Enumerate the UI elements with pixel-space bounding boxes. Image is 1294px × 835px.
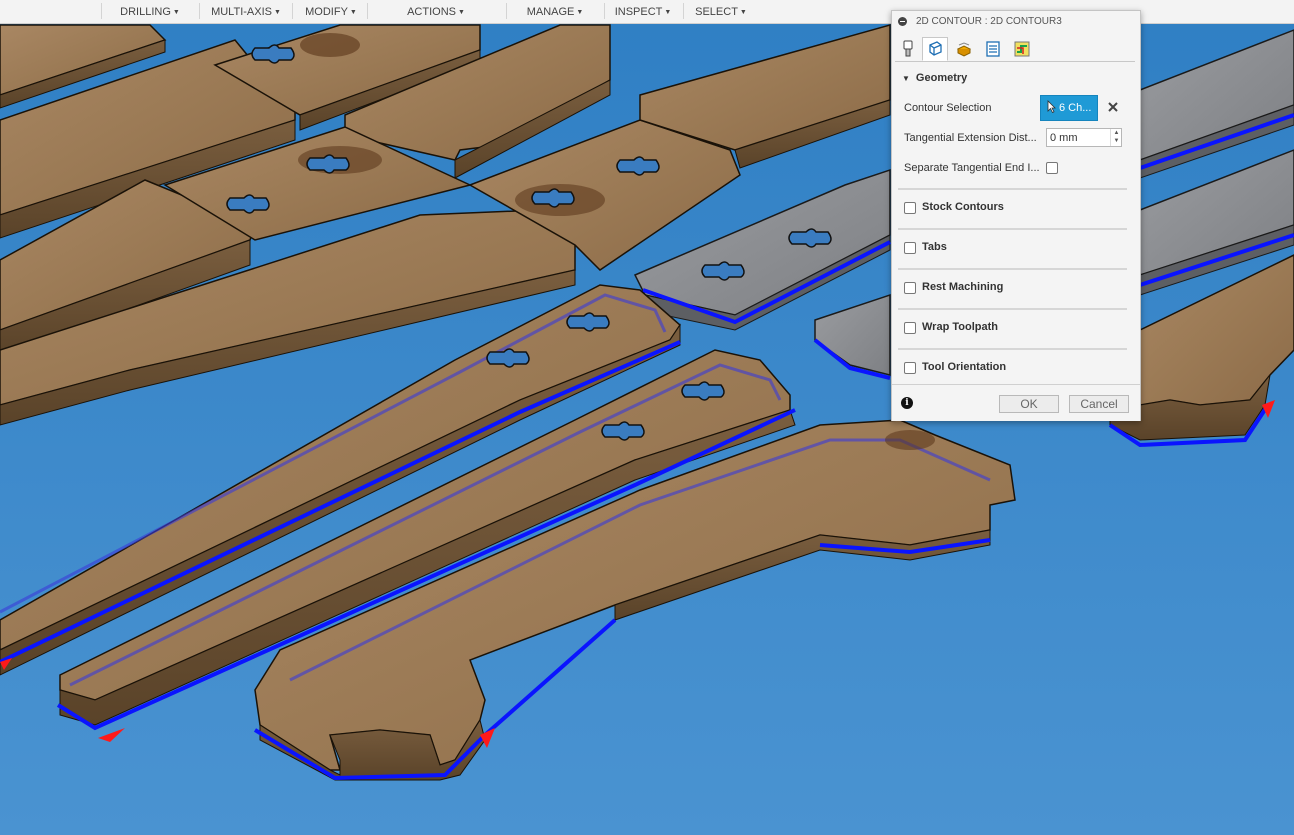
tangential-extension-label: Tangential Extension Dist... <box>904 132 1037 144</box>
tabs-label: Tabs <box>922 241 947 253</box>
dialog-footer: i OK Cancel <box>892 384 1140 421</box>
ok-button[interactable]: OK <box>999 395 1059 413</box>
stock-contours-label: Stock Contours <box>922 201 1004 213</box>
tabs-checkbox[interactable] <box>904 242 916 254</box>
toolbar-separator <box>101 3 102 19</box>
menu-inspect[interactable]: INSPECT ▼ <box>607 0 679 23</box>
cursor-arrow-icon <box>1047 100 1056 114</box>
rest-machining-label: Rest Machining <box>922 281 1004 293</box>
menu-actions-label: ACTIONS <box>407 6 456 18</box>
toolbar-separator <box>292 3 293 19</box>
separate-tangential-label: Separate Tangential End I... <box>904 162 1040 174</box>
collapse-dialog-icon[interactable] <box>898 17 907 26</box>
separate-tangential-checkbox[interactable] <box>1046 162 1058 174</box>
section-geometry-header[interactable]: ▼ Geometry <box>902 72 967 84</box>
contour-selection-value: 6 Ch... <box>1059 102 1092 114</box>
clear-selection-icon[interactable] <box>1106 100 1120 114</box>
toolbar-separator <box>683 3 684 19</box>
geometry-icon <box>929 41 942 56</box>
menu-inspect-label: INSPECT <box>614 6 663 18</box>
menu-modify[interactable]: MODIFY ▼ <box>297 0 365 23</box>
passes-icon <box>986 41 1000 57</box>
wrap-toolpath-checkbox[interactable] <box>904 322 916 334</box>
stock-contours-checkbox[interactable] <box>904 202 916 214</box>
tab-tool[interactable] <box>895 37 921 61</box>
caret-down-icon: ▼ <box>172 9 180 16</box>
dialog-title: 2D CONTOUR : 2D CONTOUR3 <box>916 16 1062 27</box>
menu-drilling-label: DRILLING <box>120 6 171 18</box>
contour-selection-button[interactable]: 6 Ch... <box>1040 95 1098 121</box>
heights-icon <box>956 42 972 57</box>
tab-linking[interactable] <box>1009 37 1035 61</box>
section-divider <box>898 268 1127 270</box>
menu-modify-label: MODIFY <box>305 6 348 18</box>
menu-manage-label: MANAGE <box>526 6 575 18</box>
caret-down-icon: ▼ <box>457 9 465 16</box>
linking-icon <box>1014 41 1030 57</box>
menu-select-label: SELECT <box>695 6 738 18</box>
menu-manage[interactable]: MANAGE ▼ <box>510 0 600 23</box>
toolbar-separator <box>199 3 200 19</box>
section-geometry-label: Geometry <box>915 72 968 84</box>
menu-drilling[interactable]: DRILLING ▼ <box>108 0 192 23</box>
section-divider <box>898 348 1127 350</box>
tab-passes[interactable] <box>980 37 1006 61</box>
info-icon[interactable]: i <box>901 397 913 409</box>
contour-dialog: 2D CONTOUR : 2D CONTOUR3 ▼ Geometry Cont… <box>891 10 1141 421</box>
caret-down-icon: ▼ <box>664 9 672 16</box>
toolbar-separator <box>506 3 507 19</box>
tangential-extension-stepper[interactable]: ▲ ▼ <box>1110 129 1122 146</box>
toolbar-separator <box>367 3 368 19</box>
section-divider <box>898 308 1127 310</box>
tool-orientation-label: Tool Orientation <box>922 361 1007 373</box>
caret-down-icon: ▼ <box>349 9 357 16</box>
menu-actions[interactable]: ACTIONS ▼ <box>370 0 502 23</box>
cancel-button[interactable]: Cancel <box>1069 395 1129 413</box>
tool-orientation-checkbox[interactable] <box>904 362 916 374</box>
dialog-tabs <box>895 35 1135 62</box>
triangle-down-icon: ▼ <box>902 74 910 83</box>
stepper-up-icon[interactable]: ▲ <box>1111 129 1122 137</box>
tab-geometry[interactable] <box>922 37 948 61</box>
menu-multi-axis[interactable]: MULTI-AXIS ▼ <box>203 0 289 23</box>
menu-select[interactable]: SELECT ▼ <box>686 0 756 23</box>
toolbar-separator <box>604 3 605 19</box>
section-divider <box>898 228 1127 230</box>
rest-machining-checkbox[interactable] <box>904 282 916 294</box>
wrap-toolpath-label: Wrap Toolpath <box>922 321 998 333</box>
tab-heights[interactable] <box>951 37 977 61</box>
tool-icon <box>903 40 913 57</box>
caret-down-icon: ▼ <box>273 9 281 16</box>
dialog-title-bar[interactable]: 2D CONTOUR : 2D CONTOUR3 <box>892 11 1140 33</box>
contour-selection-label: Contour Selection <box>904 102 992 114</box>
section-divider <box>898 188 1127 190</box>
menu-multi-axis-label: MULTI-AXIS <box>211 6 272 18</box>
caret-down-icon: ▼ <box>739 9 747 16</box>
stepper-down-icon[interactable]: ▼ <box>1111 137 1122 145</box>
caret-down-icon: ▼ <box>576 9 584 16</box>
